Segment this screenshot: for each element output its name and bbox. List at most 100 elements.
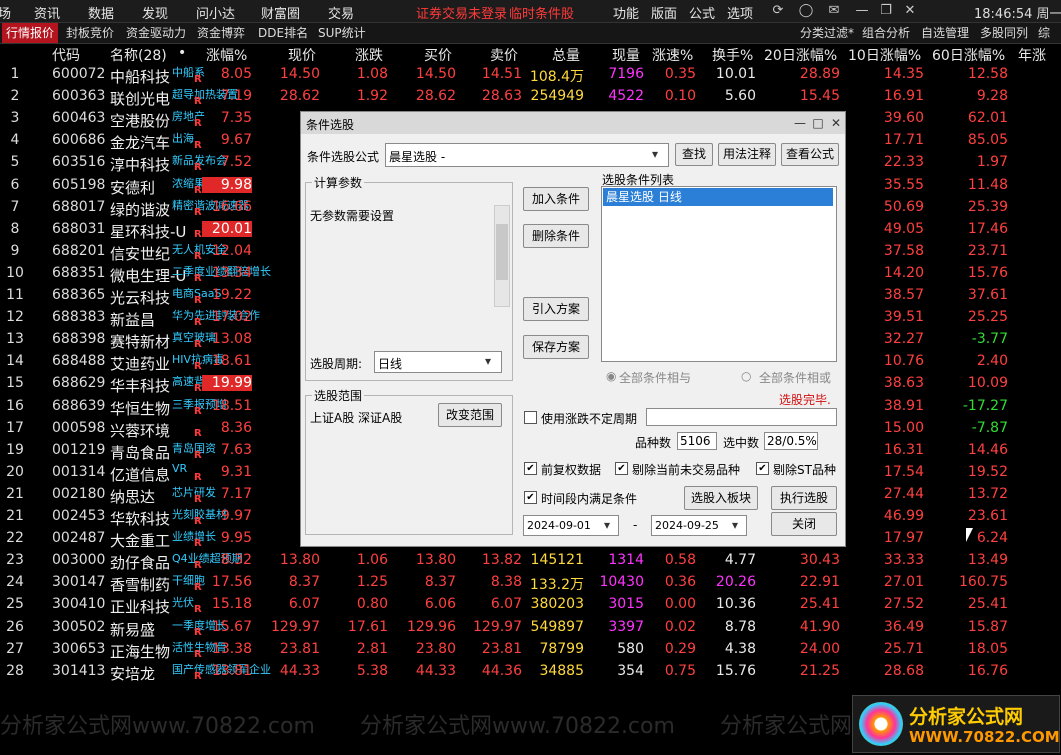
usage-button[interactable]: 用法注释 <box>718 143 776 166</box>
table-row[interactable]: 24 300147 香雪制药 干细胞 R 17.56 8.37 1.25 8.37 8.38 133… <box>0 572 1061 594</box>
table-row[interactable]: 28 301413 安培龙 国产传感器领军企业 R 13.81 44.33 5.38 44.33… <box>0 661 1061 683</box>
period-condition-checkbox[interactable]: ✔ <box>524 491 537 504</box>
stock-name: 赛特新材 <box>110 333 171 352</box>
table-row[interactable]: 23 003000 劲仔食品 Q4业绩超预期 R 8.32 13.80 1.06 13.80 13… <box>0 550 1061 572</box>
tab-capital-drive[interactable]: 资金驱动力 <box>122 23 190 43</box>
col-change-pct[interactable]: 涨幅% <box>206 45 247 65</box>
change-10d: 39.60 <box>883 110 924 127</box>
bid-price: 6.06 <box>424 596 456 613</box>
chevron-down-icon[interactable]: ▾ <box>604 518 610 532</box>
menu-item-data[interactable]: 数据 <box>88 3 114 22</box>
table-row[interactable]: 2 600363 联创光电 超导加热装置 R 7.19 28.62 1.92 28.62 28.6… <box>0 86 1061 108</box>
message-icon[interactable]: ✉ <box>824 2 844 20</box>
login-status[interactable]: 证券交易未登录 <box>416 3 507 22</box>
menu-item-news[interactable]: 资讯 <box>34 3 60 22</box>
restore-icon[interactable]: ❐ <box>876 2 896 20</box>
change-range-button[interactable]: 改变范围 <box>438 403 502 427</box>
minimize-icon[interactable]: — <box>852 2 872 20</box>
date-to-picker[interactable]: 2024-09-25 ▾ <box>651 515 747 536</box>
to-block-button[interactable]: 选股入板块 <box>684 486 758 510</box>
date-from-picker[interactable]: 2024-09-01 ▾ <box>523 515 619 536</box>
row-index: 17 <box>6 419 24 436</box>
remove-st-checkbox[interactable]: ✔ <box>756 462 769 475</box>
col-name[interactable]: 名称(28) <box>110 45 167 65</box>
change-pct: 18.51 <box>211 397 252 414</box>
condition-list[interactable]: 晨星选股 日线 <box>601 186 837 362</box>
condition-item[interactable]: 晨星选股 日线 <box>603 188 833 206</box>
view-formula-button[interactable]: 查看公式 <box>781 143 839 166</box>
chevron-down-icon[interactable]: ▾ <box>732 518 738 532</box>
radio-and-icon[interactable]: ◉ <box>606 369 616 383</box>
menu-item-wenxiaoda[interactable]: 问小达 <box>196 3 235 22</box>
period-select[interactable]: 日线 ▾ <box>374 351 502 373</box>
temp-condition[interactable]: 临时条件股 <box>509 3 574 22</box>
radio-or-icon[interactable]: ○ <box>741 369 751 383</box>
col-volume[interactable]: 总量 <box>552 45 580 65</box>
tab-capital-game[interactable]: 资金博弈 <box>193 23 249 43</box>
col-turnover[interactable]: 换手% <box>712 45 753 65</box>
col-year[interactable]: 年涨 <box>1018 45 1046 65</box>
execute-button[interactable]: 执行选股 <box>771 486 837 510</box>
tab-limit-auction[interactable]: 封板竞价 <box>62 23 118 43</box>
col-current-volume[interactable]: 现量 <box>612 45 640 65</box>
close-icon[interactable]: ✕ <box>900 2 920 20</box>
col-ask[interactable]: 卖价 <box>490 45 518 65</box>
col-price[interactable]: 现价 <box>288 45 316 65</box>
menu-item[interactable]: 场 <box>0 3 11 22</box>
tab-sup-stats[interactable]: SUP统计 <box>314 23 370 43</box>
menu-item-layout[interactable]: 版面 <box>651 3 677 22</box>
tab-dde-rank[interactable]: DDE排名 <box>254 23 312 43</box>
restore-icon[interactable]: □ <box>810 115 826 131</box>
col-bid[interactable]: 买价 <box>424 45 452 65</box>
tab-bar: 行情报价 封板竞价 资金驱动力 资金博弈 DDE排名 SUP统计 分类过滤* 组… <box>0 23 1061 44</box>
menu-item-fortune[interactable]: 财富圈 <box>261 3 300 22</box>
remove-untraded-checkbox[interactable]: ✔ <box>615 462 628 475</box>
menu-item-formula[interactable]: 公式 <box>689 3 715 22</box>
count-field: 5106 <box>677 432 717 450</box>
add-condition-button[interactable]: 加入条件 <box>523 187 589 211</box>
menu-item-trade[interactable]: 交易 <box>328 3 354 22</box>
close-icon[interactable]: ✕ <box>828 115 844 131</box>
menu-item-discover[interactable]: 发现 <box>142 3 168 22</box>
refresh-icon[interactable]: ⟳ <box>768 2 788 20</box>
variable-period-checkbox[interactable] <box>524 411 537 424</box>
adjust-checkbox[interactable]: ✔ <box>524 462 537 475</box>
user-icon[interactable]: ◯ <box>796 2 816 20</box>
close-button[interactable]: 关闭 <box>771 512 837 536</box>
chevron-down-icon[interactable]: ▾ <box>652 147 658 161</box>
table-row[interactable]: 25 300410 正业科技 光伏 R 15.18 6.07 0.80 6.06 6.07 3802… <box>0 594 1061 616</box>
table-row[interactable]: 27 300653 正海生物 活性生物骨 R 13.38 23.81 2.81 23.80 23.… <box>0 639 1061 661</box>
col-code[interactable]: 代码 <box>52 45 80 65</box>
col-10d[interactable]: 10日涨幅% <box>848 45 921 65</box>
col-diff[interactable]: 涨跌 <box>355 45 383 65</box>
params-scrollbar[interactable] <box>494 205 510 307</box>
tab-watchlist[interactable]: 自选管理 <box>917 23 973 43</box>
tab-comprehensive[interactable]: 综 <box>1034 23 1054 43</box>
table-row[interactable]: 26 300502 新易盛 一季度增长 R 15.67 129.97 17.61 129.96 1… <box>0 617 1061 639</box>
import-plan-button[interactable]: 引入方案 <box>523 297 589 321</box>
col-20d[interactable]: 20日涨幅% <box>764 45 837 65</box>
change-10d: 50.69 <box>883 198 924 215</box>
tab-portfolio[interactable]: 组合分析 <box>858 23 914 43</box>
tab-quotes[interactable]: 行情报价 <box>2 23 59 43</box>
chevron-down-icon[interactable]: ▾ <box>485 354 491 368</box>
minimize-icon[interactable]: — <box>792 115 808 131</box>
formula-select[interactable]: 晨星选股 - ▾ <box>385 143 669 167</box>
variable-period-input[interactable] <box>646 408 837 426</box>
dialog-titlebar[interactable]: 条件选股 — □ ✕ <box>301 112 845 134</box>
bid-price: 23.80 <box>415 640 456 657</box>
row-index: 13 <box>6 331 24 348</box>
menu-item-function[interactable]: 功能 <box>613 3 639 22</box>
change-60d: 15.76 <box>967 264 1008 281</box>
tab-multi-stock[interactable]: 多股同列 <box>976 23 1032 43</box>
col-60d[interactable]: 60日涨幅% <box>932 45 1005 65</box>
find-button[interactable]: 查找 <box>675 143 713 166</box>
table-row[interactable]: 1 600072 中船科技 中船系 R 8.05 14.50 1.08 14.50 14.51 10… <box>0 64 1061 86</box>
tab-category-filter[interactable]: 分类过滤* <box>796 23 858 43</box>
save-plan-button[interactable]: 保存方案 <box>523 335 589 359</box>
col-speed[interactable]: 涨速% <box>652 45 693 65</box>
delete-condition-button[interactable]: 删除条件 <box>523 224 589 248</box>
menu-item-options[interactable]: 选项 <box>727 3 753 22</box>
change-60d: 2.40 <box>976 353 1008 370</box>
change-60d: 17.46 <box>967 220 1008 237</box>
